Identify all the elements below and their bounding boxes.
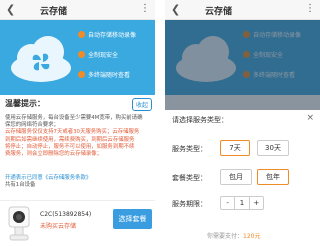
device-name: C2C(513892854)	[40, 211, 92, 218]
increment-button[interactable]: +	[250, 197, 263, 209]
modal-overlay[interactable]	[165, 20, 320, 110]
top-bar: ❮ 云存储 ⋮	[0, 0, 155, 20]
feature-item: 自动存储移动录像	[78, 30, 136, 39]
back-arrow-icon[interactable]: ❮	[6, 4, 18, 16]
option-monthly[interactable]: 包月	[220, 169, 252, 185]
collapse-button[interactable]: 收起	[131, 98, 152, 111]
check-icon	[78, 31, 85, 38]
period-label: 服务期限：	[172, 200, 207, 208]
device-status: 未购买云存储	[40, 223, 77, 230]
check-icon	[78, 71, 85, 78]
dialog-title: 请选择服务类型：	[172, 116, 228, 124]
page-title: 云存储	[40, 7, 68, 17]
more-vertical-icon[interactable]: ⋮	[140, 3, 150, 15]
service-dialog: 请选择服务类型： × 服务类型： 7天 30天 套餐类型： 包月 包年 服务期限…	[165, 110, 320, 246]
screen-root: ❮ 云存储 ⋮ 自动存储移动录像 全制现安全 多终端随时查看 温馨提示： 收起 …	[0, 0, 320, 246]
device-row: C2C(513892854) 未购买云存储 选择套餐	[0, 200, 155, 246]
option-yearly[interactable]: 包年	[257, 169, 289, 185]
more-vertical-icon[interactable]: ⋮	[305, 3, 315, 15]
cloud-storage-page: ❮ 云存储 ⋮ 自动存储移动录像 全制现安全 多终端随时查看 温馨提示： 收起 …	[0, 0, 155, 246]
terms-link[interactable]: 开通表示已同意《云存储服务条款》	[5, 175, 91, 182]
pay-price: 120元	[243, 233, 261, 240]
plan-type-label: 套餐类型：	[172, 174, 207, 182]
feature-item: 多终端随时查看	[78, 70, 130, 79]
cloud-storage-page-dialog: ❮ 云存储 ⋮ 自动存储移动录像 全制现安全 多终端随时查看	[165, 0, 320, 246]
cloud-icon	[11, 36, 71, 82]
option-7-days[interactable]: 7天	[220, 140, 250, 156]
notice-footer: 开通表示已同意《云存储服务条款》 共有1台设备	[5, 175, 91, 189]
divider	[155, 0, 165, 246]
page-title: 云存储	[205, 7, 233, 17]
promo-banner: 自动存储移动录像 全制现安全 多终端随时查看	[0, 20, 155, 95]
camera-icon	[8, 206, 30, 241]
feature-item: 全制现安全	[78, 50, 118, 59]
option-30-days[interactable]: 30天	[257, 140, 289, 156]
payment-summary: 你需要支付：120元	[207, 231, 260, 240]
notice-title: 温馨提示：	[5, 99, 45, 108]
period-stepper: - 1 +	[220, 196, 264, 210]
select-plan-button[interactable]: 选择套餐	[113, 209, 152, 229]
device-count: 共有1台设备	[5, 182, 36, 188]
notice-body: 使用云存储服务，每台设备至少需要4M宽带，购买前请确 保您的网络符合要求； 云存…	[5, 115, 143, 158]
service-type-label: 服务类型：	[172, 145, 207, 153]
check-icon	[78, 51, 85, 58]
top-bar: ❮ 云存储 ⋮	[165, 0, 320, 20]
close-icon[interactable]: ×	[306, 113, 314, 123]
pay-label: 你需要支付：	[207, 233, 244, 240]
decrement-button[interactable]: -	[221, 197, 234, 209]
period-value[interactable]: 1	[234, 197, 250, 209]
notice-section: 温馨提示： 收起 使用云存储服务，每台设备至少需要4M宽带，购买前请确 保您的网…	[0, 95, 155, 200]
back-arrow-icon[interactable]: ❮	[171, 4, 183, 16]
